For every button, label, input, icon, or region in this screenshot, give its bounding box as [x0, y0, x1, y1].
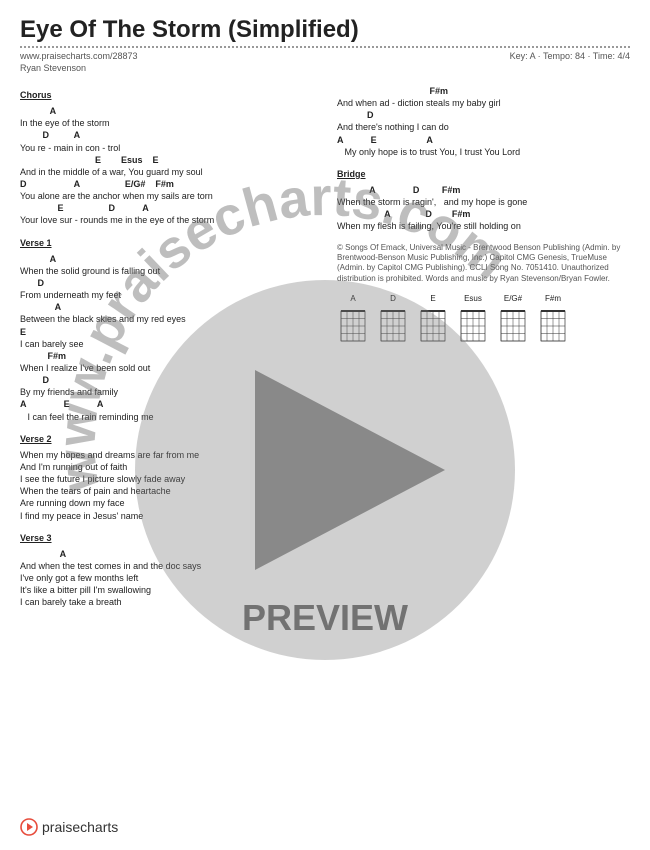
lyric-line: Between the black skies and my red eyes [20, 313, 313, 325]
verse3-section: Verse 3 A And when the test comes in and… [20, 532, 313, 609]
section-label-verse3: Verse 3 [20, 532, 313, 544]
lyric-line: When my flesh is failing, You're still h… [337, 220, 630, 232]
section-label-chorus: Chorus [20, 89, 313, 101]
chord-line: D [20, 277, 313, 289]
artist-name: Ryan Stevenson [20, 63, 630, 73]
chord-line: A [20, 105, 313, 117]
right-column: F#m And when ad - diction steals my baby… [337, 85, 630, 618]
lyric-line: You re - main in con - trol [20, 142, 313, 154]
lyric-line: When my hopes and dreams are far from me [20, 449, 313, 461]
lyric-line: By my friends and family [20, 386, 313, 398]
section-label-bridge: Bridge [337, 168, 630, 180]
chord-line: A E A [20, 398, 313, 410]
chord-line: A [20, 253, 313, 265]
lyric-line: From underneath my feet [20, 289, 313, 301]
footer-brand: praisecharts [20, 818, 118, 836]
section-label-verse1: Verse 1 [20, 237, 313, 249]
lyric-line: My only hope is to trust You, I trust Yo… [337, 146, 630, 158]
chord-line: D [20, 374, 313, 386]
chord-line: A E A [337, 134, 630, 146]
lyric-line: When the tears of pain and heartache [20, 485, 313, 497]
chord-line: A D F#m [337, 184, 630, 196]
section-label-verse2: Verse 2 [20, 433, 313, 445]
chord-line: D [337, 109, 630, 121]
divider [20, 46, 630, 48]
chord-line: A D F#m [337, 208, 630, 220]
lyric-line: I can barely see [20, 338, 313, 350]
lyric-line: And I'm running out of faith [20, 461, 313, 473]
source-url: www.praisecharts.com/28873 [20, 51, 138, 61]
lyric-line: I find my peace in Jesus' name [20, 510, 313, 522]
chord-line: E Esus E [20, 154, 313, 166]
chord-diagram: D [377, 294, 409, 345]
chord-line: A [20, 301, 313, 313]
chord-line: E [20, 326, 313, 338]
chord-diagram-row: ADEEsusE/G#F#m [337, 294, 630, 345]
chord-line: F#m [337, 85, 630, 97]
lyric-line: When the storm is ragin', and my hope is… [337, 196, 630, 208]
song-title: Eye Of The Storm (Simplified) [20, 16, 630, 44]
lyric-line: And in the middle of a war, You guard my… [20, 166, 313, 178]
lyric-line: And when the test comes in and the doc s… [20, 560, 313, 572]
lyric-line: Your love sur - rounds me in the eye of … [20, 214, 313, 226]
content-columns: Chorus A In the eye of the storm D A You… [20, 85, 630, 618]
chord-line: E D A [20, 202, 313, 214]
left-column: Chorus A In the eye of the storm D A You… [20, 85, 313, 618]
lyric-line: In the eye of the storm [20, 117, 313, 129]
copyright-text: © Songs Of Emack, Universal Music - Bren… [337, 243, 630, 285]
chord-diagram: A [337, 294, 369, 345]
bridge-section: Bridge A D F#m When the storm is ragin',… [337, 168, 630, 233]
lyric-line: I see the future I picture slowly fade a… [20, 473, 313, 485]
lyric-line: I can feel the rain reminding me [20, 411, 313, 423]
lyric-line: When I realize I've been sold out [20, 362, 313, 374]
chord-diagram: F#m [537, 294, 569, 345]
chord-diagram: E/G# [497, 294, 529, 345]
lyric-line: You alone are the anchor when my sails a… [20, 190, 313, 202]
lyric-line: Are running down my face [20, 497, 313, 509]
chord-diagram: E [417, 294, 449, 345]
verse1-section: Verse 1 A When the solid ground is falli… [20, 237, 313, 423]
lyric-line: And when ad - diction steals my baby gir… [337, 97, 630, 109]
footer-brand-text: praisecharts [42, 819, 118, 835]
chord-line: A [20, 548, 313, 560]
chord-diagram: Esus [457, 294, 489, 345]
lyric-line: It's like a bitter pill I'm swallowing [20, 584, 313, 596]
chord-line: D A [20, 129, 313, 141]
chorus-section: Chorus A In the eye of the storm D A You… [20, 89, 313, 227]
play-icon [20, 818, 38, 836]
lyric-line: I can barely take a breath [20, 596, 313, 608]
verse2-section: Verse 2 When my hopes and dreams are far… [20, 433, 313, 522]
verse3-cont-section: F#m And when ad - diction steals my baby… [337, 85, 630, 158]
lyric-line: And there's nothing I can do [337, 121, 630, 133]
chord-line: D A E/G# F#m [20, 178, 313, 190]
lyric-line: When the solid ground is falling out [20, 265, 313, 277]
lyric-line: I've only got a few months left [20, 572, 313, 584]
chord-line: F#m [20, 350, 313, 362]
song-meta: Key: A · Tempo: 84 · Time: 4/4 [510, 51, 630, 61]
